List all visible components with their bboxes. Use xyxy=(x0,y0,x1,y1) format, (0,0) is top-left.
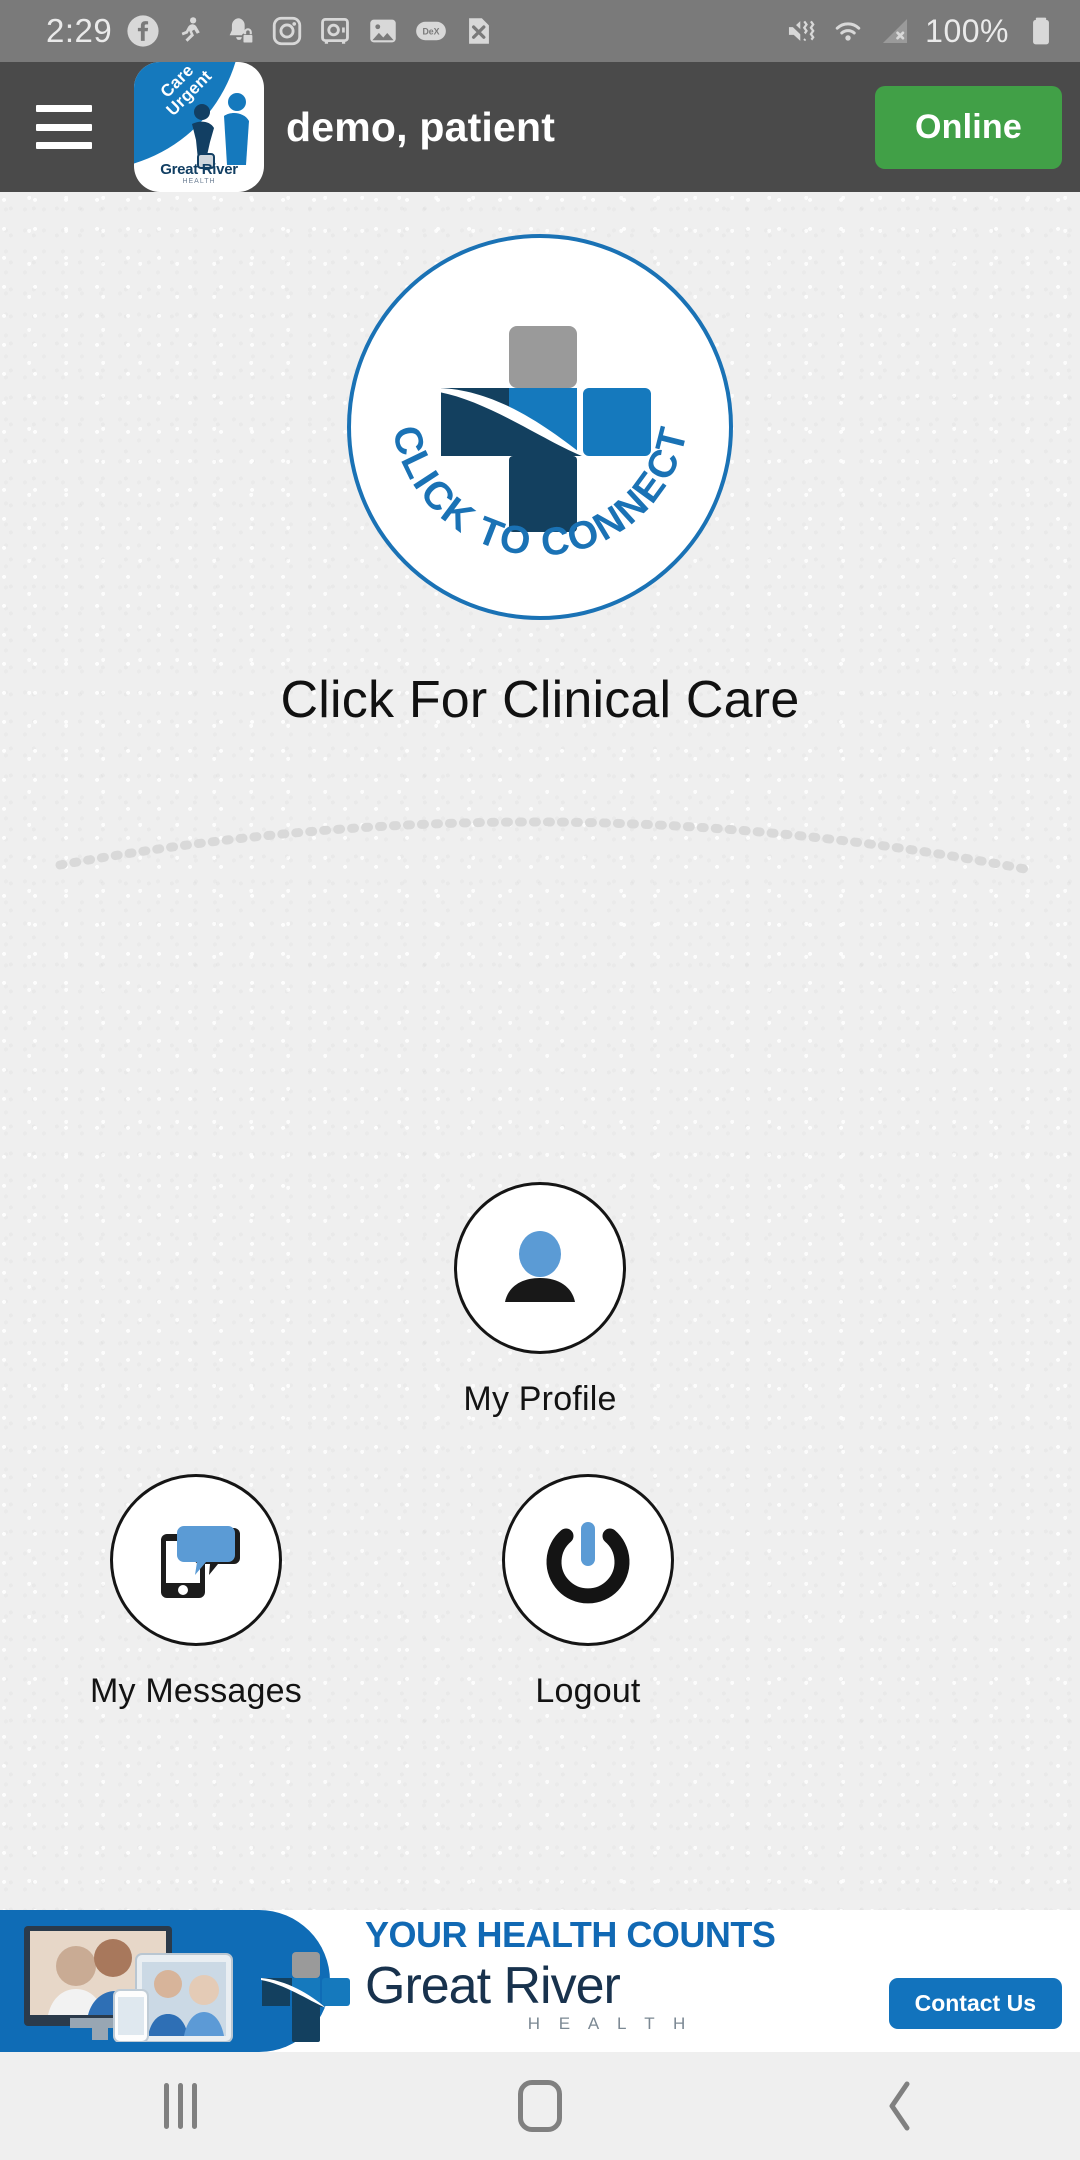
power-icon xyxy=(546,1522,630,1604)
svg-text:DeX: DeX xyxy=(423,26,440,36)
logout-button[interactable] xyxy=(502,1474,674,1646)
facebook-icon xyxy=(127,15,159,47)
person-icon xyxy=(505,1231,575,1302)
logo-brand-text: Great River xyxy=(160,161,238,178)
app-bar: Care Urgent Great River HEALTH demo, pat… xyxy=(0,62,1080,192)
banner-contact-us-button[interactable]: Contact Us xyxy=(888,1978,1062,2029)
bell-lock-icon xyxy=(229,18,255,45)
strava-run-icon xyxy=(181,17,201,42)
banner-headline: YOUR HEALTH COUNTS xyxy=(365,1914,776,1955)
back-chevron-icon xyxy=(889,2081,910,2131)
app-logo: Care Urgent Great River HEALTH xyxy=(134,62,264,192)
home-icon xyxy=(518,2080,562,2132)
gallery-image-icon xyxy=(370,19,396,43)
logout-label: Logout xyxy=(535,1672,641,1710)
banner-brand: Great River xyxy=(365,1957,621,2015)
headline-text: Click For Clinical Care xyxy=(280,671,800,729)
svg-text:CLICK TO CONNECT: CLICK TO CONNECT xyxy=(384,421,697,565)
banner-cross-icon xyxy=(261,1952,350,2042)
status-bar-left: 2:29 DeX xyxy=(46,12,496,50)
phone-chat-icon xyxy=(161,1526,240,1598)
nav-home-button[interactable] xyxy=(480,2066,600,2146)
page-title: demo, patient xyxy=(286,103,556,150)
tile-my-profile[interactable]: My Profile xyxy=(410,1182,670,1419)
status-bar-right: 100% xyxy=(784,13,1058,50)
logo-brand: Great River HEALTH xyxy=(134,161,264,185)
status-bar-clock: 2:29 xyxy=(46,12,113,49)
click-to-connect-button[interactable]: CLICK TO CONNECT xyxy=(347,234,733,620)
phone-screen: 2:29 DeX 100% Care Urgent Great River HE… xyxy=(0,0,1080,2160)
system-navigation-bar xyxy=(0,2052,1080,2160)
hamburger-menu-icon[interactable] xyxy=(36,105,92,149)
click-to-connect-wrap: CLICK TO CONNECT xyxy=(0,234,1080,620)
dex-icon: DeX xyxy=(416,21,447,41)
file-close-icon xyxy=(469,18,490,44)
logo-brand-sub: HEALTH xyxy=(182,178,216,185)
banner-copy: YOUR HEALTH COUNTS Great River H E A L T… xyxy=(365,1914,885,2034)
online-status-button[interactable]: Online xyxy=(875,85,1062,169)
tile-my-messages[interactable]: My Messages xyxy=(66,1474,326,1711)
wifi-icon xyxy=(835,22,861,41)
my-profile-label: My Profile xyxy=(463,1380,617,1418)
my-messages-label: My Messages xyxy=(90,1672,302,1710)
decorative-dotted-arc xyxy=(55,817,1030,874)
status-bar: 2:29 DeX 100% xyxy=(0,0,1080,62)
secure-folder-icon xyxy=(321,17,350,44)
ad-banner[interactable]: YOUR HEALTH COUNTS Great River H E A L T… xyxy=(0,1910,1080,2052)
my-messages-button[interactable] xyxy=(110,1474,282,1646)
my-profile-button[interactable] xyxy=(454,1182,626,1354)
nav-recents-button[interactable] xyxy=(120,2066,240,2146)
tile-logout[interactable]: Logout xyxy=(458,1474,718,1711)
main-content: CLICK TO CONNECT Click For Clinical Care… xyxy=(0,192,1080,2052)
cellular-no-service-icon xyxy=(883,18,908,44)
banner-brand-sub: H E A L T H xyxy=(527,2014,693,2033)
battery-full-icon xyxy=(1033,17,1049,45)
instagram-icon xyxy=(273,16,302,46)
battery-percent-label: 100% xyxy=(925,12,1009,49)
recents-icon xyxy=(163,2083,197,2129)
click-to-connect-arc-text: CLICK TO CONNECT xyxy=(384,421,697,565)
nav-back-button[interactable] xyxy=(840,2066,960,2146)
caregiver-figure-icon xyxy=(224,93,249,165)
mute-vibrate-icon xyxy=(786,17,815,46)
